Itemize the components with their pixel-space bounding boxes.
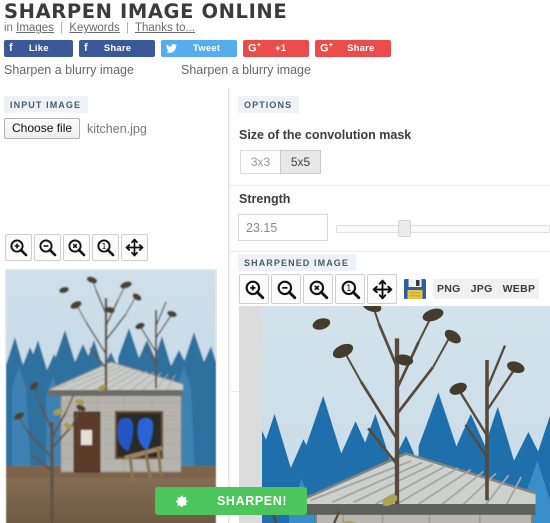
divider-1: [231, 185, 550, 186]
breadcrumb: in Images | Keywords | Thanks to...: [4, 22, 195, 34]
zoom-fit-icon: [308, 279, 329, 300]
zoom-fit-icon: [67, 238, 86, 257]
convolution-mask-selector: 3x3 5x5: [240, 150, 321, 174]
zoom-in-button[interactable]: [5, 234, 32, 261]
link-keywords[interactable]: Keywords: [69, 22, 120, 34]
input-image-panel: INPUT IMAGE Choose file kitchen.jpg 1: [0, 88, 229, 523]
pan-move-button[interactable]: [121, 234, 148, 261]
save-controls: PNG JPG WEBP: [403, 274, 540, 304]
page-title: SHARPEN IMAGE ONLINE: [4, 0, 288, 23]
strength-slider[interactable]: [336, 220, 550, 237]
zoom-out-icon: [38, 238, 57, 257]
input-image-preview[interactable]: [5, 269, 217, 523]
strength-title: Strength: [239, 192, 291, 206]
link-thanks-to[interactable]: Thanks to...: [135, 22, 195, 34]
twitter-tweet-button[interactable]: Tweet: [161, 40, 237, 57]
sharpened-zoom-out-button[interactable]: [271, 274, 301, 304]
social-share-bar: f Like f Share Tweet G+ +1 G+ Share: [4, 40, 391, 57]
zoom-actual-size-button[interactable]: 1: [92, 234, 119, 261]
svg-text:1: 1: [346, 284, 352, 294]
breadcrumb-separator-2: |: [125, 22, 129, 34]
google-plus-icon: G+: [320, 42, 334, 55]
googleplus-share-button[interactable]: G+ Share: [315, 40, 391, 57]
googleplus-share-label: Share: [347, 43, 375, 54]
slider-thumb[interactable]: [398, 220, 411, 237]
input-image-toolbar: 1: [5, 234, 148, 261]
breadcrumb-prefix: in: [4, 22, 13, 34]
facebook-like-label: Like: [28, 43, 49, 54]
twitter-bird-icon: [166, 44, 177, 53]
facebook-share-button[interactable]: f Share: [79, 40, 155, 57]
format-webp-button[interactable]: WEBP: [503, 283, 536, 295]
strength-input[interactable]: 23.15: [238, 214, 328, 241]
sharpened-image-toolbar: 1: [239, 274, 397, 304]
input-panel-header: INPUT IMAGE: [0, 88, 228, 113]
sharpened-zoom-in-button[interactable]: [239, 274, 269, 304]
right-column: OPTIONS Size of the convolution mask 3x3…: [231, 88, 550, 523]
tagline-left: Sharpen a blurry image: [4, 63, 134, 77]
pan-move-icon: [125, 238, 144, 257]
file-picker-row[interactable]: Choose file kitchen.jpg: [4, 118, 147, 139]
breadcrumb-separator-1: |: [60, 22, 64, 34]
sharpened-zoom-fit-button[interactable]: [303, 274, 333, 304]
facebook-icon: f: [84, 42, 88, 54]
zoom-in-icon: [9, 238, 28, 257]
googleplus-plusone-button[interactable]: G+ +1: [243, 40, 309, 57]
zoom-out-button[interactable]: [34, 234, 61, 261]
choose-file-button[interactable]: Choose file: [4, 118, 81, 139]
input-photo: [6, 270, 216, 523]
sharpened-image-label: SHARPENED IMAGE: [238, 254, 357, 271]
tagline-right: Sharpen a blurry image: [181, 63, 311, 77]
pan-move-icon: [372, 279, 393, 300]
slider-track: [336, 225, 550, 233]
sharpened-panel-header: SHARPENED IMAGE: [238, 253, 357, 271]
format-jpg-button[interactable]: JPG: [471, 283, 493, 295]
sharpen-button-label: SHARPEN!: [217, 494, 288, 508]
zoom-in-icon: [244, 279, 265, 300]
sharpened-zoom-actual-size-button[interactable]: 1: [335, 274, 365, 304]
mask-option-3x3[interactable]: 3x3: [240, 150, 281, 174]
format-png-button[interactable]: PNG: [437, 283, 461, 295]
floppy-disk-icon[interactable]: [403, 277, 427, 301]
selected-file-name: kitchen.jpg: [87, 121, 147, 136]
input-image-label: INPUT IMAGE: [4, 96, 89, 113]
facebook-share-label: Share: [103, 43, 132, 54]
page-header: SHARPEN IMAGE ONLINE in Images | Keyword…: [0, 0, 550, 88]
zoom-out-icon: [276, 279, 297, 300]
facebook-like-button[interactable]: f Like: [4, 40, 73, 57]
format-buttons: PNG JPG WEBP: [433, 279, 540, 299]
options-label: OPTIONS: [238, 96, 300, 113]
google-plus-icon: G+: [248, 42, 262, 55]
link-images[interactable]: Images: [16, 22, 54, 34]
googleplus-plusone-label: +1: [275, 43, 287, 54]
sharpen-button[interactable]: SHARPEN!: [155, 487, 307, 515]
divider-2: [231, 251, 550, 252]
zoom-actual-size-icon: 1: [96, 238, 115, 257]
options-panel-header: OPTIONS: [231, 88, 550, 113]
twitter-tweet-label: Tweet: [193, 43, 221, 54]
zoom-actual-size-icon: 1: [340, 279, 361, 300]
zoom-fit-button[interactable]: [63, 234, 90, 261]
facebook-icon: f: [9, 42, 13, 54]
sharpened-pan-move-button[interactable]: [367, 274, 397, 304]
gear-icon: [174, 494, 189, 509]
convolution-mask-title: Size of the convolution mask: [239, 128, 412, 142]
mask-option-5x5[interactable]: 5x5: [280, 150, 321, 174]
svg-text:1: 1: [101, 242, 106, 251]
tagline-row: Sharpen a blurry image Sharpen a blurry …: [0, 63, 550, 87]
